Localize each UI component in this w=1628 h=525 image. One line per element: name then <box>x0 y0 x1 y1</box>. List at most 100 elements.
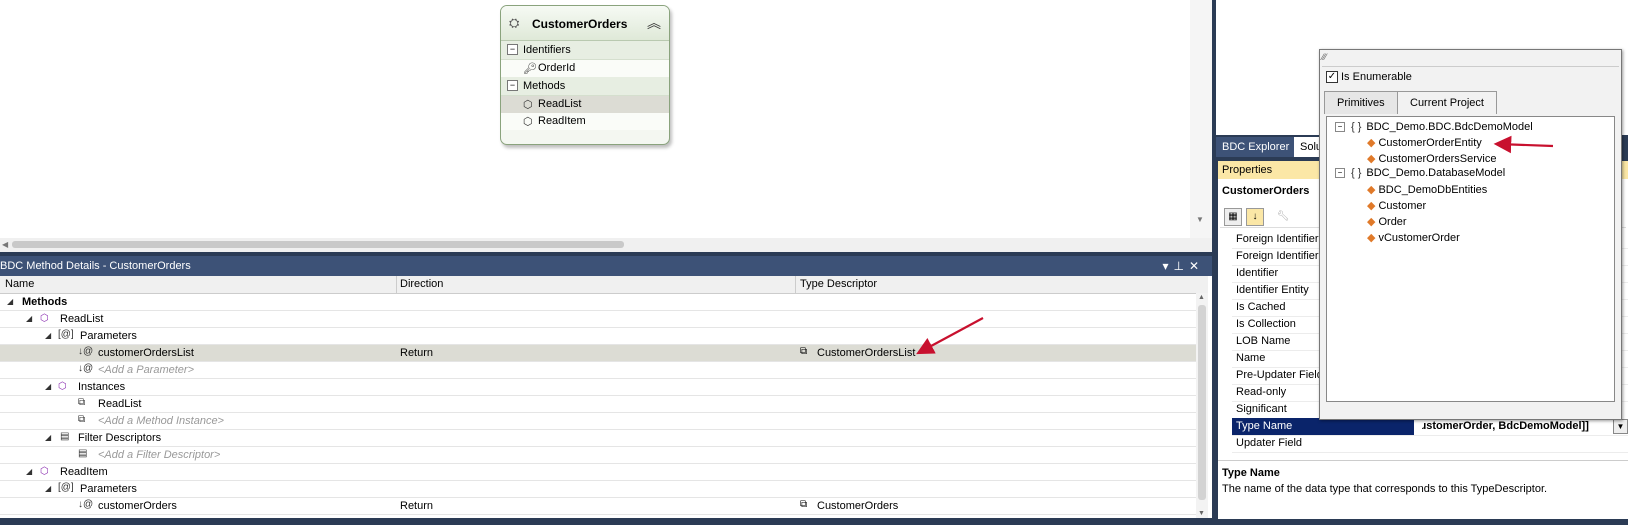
table-row[interactable]: ◢ ▤ Filter Descriptors <box>0 430 1196 447</box>
table-row[interactable]: ◢ [@] Parameters <box>0 481 1196 498</box>
tree-node[interactable]: ◆ Order <box>1367 215 1407 228</box>
tree-node[interactable]: ◆ BDC_DemoDbEntities <box>1367 183 1487 196</box>
panel-controls[interactable]: ▾⊥✕ <box>1162 259 1204 273</box>
expand-icon[interactable]: ◢ <box>45 433 51 442</box>
cube-icon: ⬡ <box>523 99 533 111</box>
collapse-box-icon[interactable]: − <box>1335 168 1345 179</box>
method-instance-icon: ⧉ <box>78 414 86 425</box>
tree-node[interactable]: ◆ Customer <box>1367 199 1426 212</box>
property-description: Type Name The name of the data type that… <box>1218 460 1628 519</box>
table-row[interactable]: ◢ ⬡ ReadList <box>0 311 1196 328</box>
entity-header[interactable]: ⛭ CustomerOrders ︽ <box>501 6 669 41</box>
method-label: ReadList <box>538 98 582 110</box>
scrollbar-thumb[interactable] <box>1198 305 1206 500</box>
entity-class-icon: ◆ <box>1367 216 1376 228</box>
collapse-box-icon[interactable]: − <box>507 80 518 91</box>
description-title: Type Name <box>1222 467 1280 479</box>
type-name-value[interactable]: ɹstomerOrder, BdcDemoModel]] <box>1422 420 1589 432</box>
property-row[interactable]: Updater Field <box>1232 435 1628 453</box>
table-row[interactable]: ◢ [@] Parameters <box>0 328 1196 345</box>
return-parameter-icon: ↓@ <box>78 499 94 510</box>
entity-title: CustomerOrders <box>532 17 628 31</box>
col-type-descriptor[interactable]: Type Descriptor <box>800 278 877 290</box>
scrollbar-thumb[interactable] <box>12 241 624 248</box>
method-details-scrollbar[interactable]: ▲ ▼ <box>1196 293 1208 518</box>
identifier-label: OrderId <box>538 62 576 74</box>
expand-icon[interactable]: ◢ <box>26 314 32 323</box>
entity-class-icon: ◆ <box>1367 137 1376 149</box>
table-row[interactable]: ↓@ customerOrders Return ⧉ CustomerOrder… <box>0 498 1196 515</box>
tab-current-project[interactable]: Current Project <box>1397 91 1497 114</box>
method-instance-icon: ⧉ <box>78 397 86 408</box>
type-descriptor-icon: ⧉ <box>800 346 808 357</box>
table-row[interactable]: ⧉ <Add a Method Instance> <box>0 413 1196 430</box>
scroll-left-icon[interactable]: ◀ <box>2 240 8 249</box>
scroll-up-icon[interactable]: ▲ <box>1198 294 1205 301</box>
tree-node[interactable]: ◆ CustomerOrdersService <box>1367 152 1496 165</box>
close-icon[interactable]: ✕ <box>1189 259 1204 273</box>
method-cube-icon: ⬡ <box>40 466 49 477</box>
tree-node-namespace[interactable]: −{ } BDC_Demo.DatabaseModel <box>1335 167 1505 179</box>
scroll-down-icon[interactable]: ▼ <box>1198 510 1205 517</box>
expand-icon[interactable]: ◢ <box>45 484 51 493</box>
key-icon: 🔑︎ <box>523 63 537 75</box>
description-text: The name of the data type that correspon… <box>1222 483 1548 495</box>
resize-grip-icon[interactable]: ⁄⁄⁄ <box>1322 52 1619 67</box>
table-row[interactable]: ◢ ⬡ Instances <box>0 379 1196 396</box>
tree-node-namespace[interactable]: −{ } BDC_Demo.BDC.BdcDemoModel <box>1335 121 1533 133</box>
expand-icon[interactable]: ◢ <box>26 467 32 476</box>
col-name[interactable]: Name <box>5 278 34 290</box>
designer-horizontal-scrollbar[interactable]: ◀ <box>0 238 1212 252</box>
table-row[interactable]: ⧉ ReadList <box>0 396 1196 413</box>
table-row[interactable]: ◢ ⬡ ReadItem <box>0 464 1196 481</box>
selected-object-name[interactable]: CustomerOrders <box>1222 185 1309 197</box>
entity-icon: ⛭ <box>509 15 520 30</box>
parameters-icon: [@] <box>58 482 74 493</box>
expand-icon[interactable]: ◢ <box>7 297 13 306</box>
col-direction[interactable]: Direction <box>400 278 443 290</box>
entity-class-icon: ◆ <box>1367 200 1376 212</box>
tree-node[interactable]: ◆ vCustomerOrder <box>1367 231 1460 244</box>
is-enumerable-label[interactable]: Is Enumerable <box>1341 71 1412 83</box>
collapse-box-icon[interactable]: − <box>1335 122 1345 133</box>
identifiers-section[interactable]: − Identifiers <box>501 41 669 60</box>
pin-icon[interactable]: ⊥ <box>1173 259 1188 273</box>
property-pages-icon[interactable]: 🔧︎ <box>1274 208 1292 226</box>
table-row[interactable]: ↓@ <Add a Parameter> <box>0 362 1196 379</box>
categorized-icon[interactable]: ▦ <box>1224 208 1242 226</box>
methods-section[interactable]: − Methods <box>501 77 669 96</box>
expand-icon[interactable]: ◢ <box>45 331 51 340</box>
identifier-item[interactable]: 🔑︎ OrderId <box>501 60 669 77</box>
dropdown-icon[interactable]: ▾ <box>1162 259 1173 273</box>
designer-vertical-scrollbar[interactable]: ▼ <box>1190 0 1212 252</box>
property-row-type-name[interactable]: Type Name ɹstomerOrder, BdcDemoModel]] ▼ <box>1232 418 1628 436</box>
table-row-selected[interactable]: ↓@ customerOrdersList Return ⧉ CustomerO… <box>0 345 1196 362</box>
table-row[interactable]: ▤ <Add a Filter Descriptor> <box>0 447 1196 464</box>
method-cube-icon: ⬡ <box>40 313 49 324</box>
is-enumerable-checkbox[interactable]: ✓ <box>1326 71 1338 83</box>
entity-class-icon: ◆ <box>1367 153 1376 165</box>
table-row[interactable]: ◢ Methods <box>0 294 1196 311</box>
alphabetical-icon[interactable]: ↓ <box>1246 208 1264 226</box>
namespace-icon: { } <box>1351 167 1362 179</box>
dropdown-arrow-icon[interactable]: ▼ <box>1613 419 1628 434</box>
collapse-box-icon[interactable]: − <box>507 44 518 55</box>
return-parameter-icon: ↓@ <box>78 346 94 357</box>
method-item-readlist[interactable]: ⬡ ReadList <box>501 96 669 113</box>
type-picker-popup[interactable]: ⁄⁄⁄ ✓ Is Enumerable Primitives Current P… <box>1319 49 1622 420</box>
tab-primitives[interactable]: Primitives <box>1324 91 1398 114</box>
expand-icon[interactable]: ◢ <box>45 382 51 391</box>
parameters-icon: [@] <box>58 329 74 340</box>
method-details-panel: BDC Method Details - CustomerOrders ▾⊥✕ … <box>0 256 1212 518</box>
cube-icon: ⬡ <box>523 116 533 128</box>
entity-shape-customer-orders[interactable]: ⛭ CustomerOrders ︽ − Identifiers 🔑︎ Orde… <box>500 5 670 145</box>
tab-bdc-explorer[interactable]: BDC Explorer <box>1216 137 1296 157</box>
collapse-icon[interactable]: ︽ <box>647 13 661 33</box>
type-descriptor-icon: ⧉ <box>800 499 808 510</box>
scroll-down-icon[interactable]: ▼ <box>1196 215 1204 224</box>
entity-class-icon: ◆ <box>1367 184 1376 196</box>
filter-icon: ▤ <box>60 431 70 442</box>
tree-node-customer-order-entity[interactable]: ◆ CustomerOrderEntity <box>1367 136 1482 149</box>
method-item-readitem[interactable]: ⬡ ReadItem <box>501 113 669 130</box>
designer-canvas[interactable]: ⛭ CustomerOrders ︽ − Identifiers 🔑︎ Orde… <box>0 0 1212 252</box>
